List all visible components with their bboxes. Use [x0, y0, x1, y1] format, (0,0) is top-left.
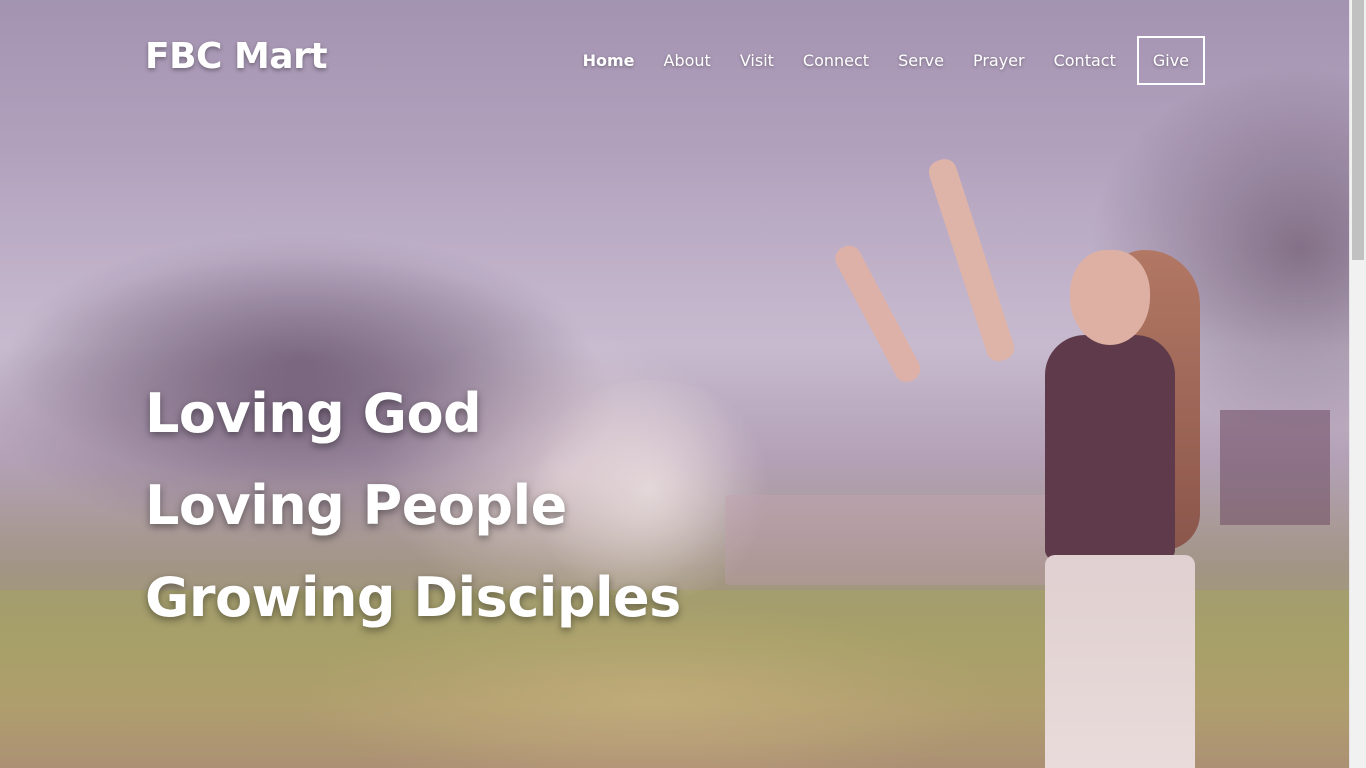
scrollbar-thumb[interactable] [1352, 0, 1364, 260]
nav-home[interactable]: Home [583, 51, 635, 70]
tagline-line-2: Loving People [145, 474, 567, 537]
tagline-line-1: Loving God [145, 382, 482, 445]
nav-prayer[interactable]: Prayer [973, 51, 1025, 70]
nav-about[interactable]: About [664, 51, 711, 70]
give-button[interactable]: Give [1136, 35, 1205, 85]
page: FBC Mart Home About Visit Connect Serve … [0, 0, 1366, 768]
nav-visit[interactable]: Visit [740, 51, 774, 70]
nav-connect[interactable]: Connect [803, 51, 869, 70]
main-nav: Home About Visit Connect Serve Prayer Co… [554, 35, 1205, 85]
nav-serve[interactable]: Serve [898, 51, 944, 70]
site-header: FBC Mart Home About Visit Connect Serve … [0, 0, 1349, 120]
hero-tagline: Loving God Loving People Growing Discipl… [145, 368, 681, 644]
tagline-line-3: Growing Disciples [145, 566, 681, 629]
nav-contact[interactable]: Contact [1054, 51, 1116, 70]
site-logo[interactable]: FBC Mart [145, 36, 328, 77]
page-scrollbar[interactable] [1349, 0, 1366, 768]
